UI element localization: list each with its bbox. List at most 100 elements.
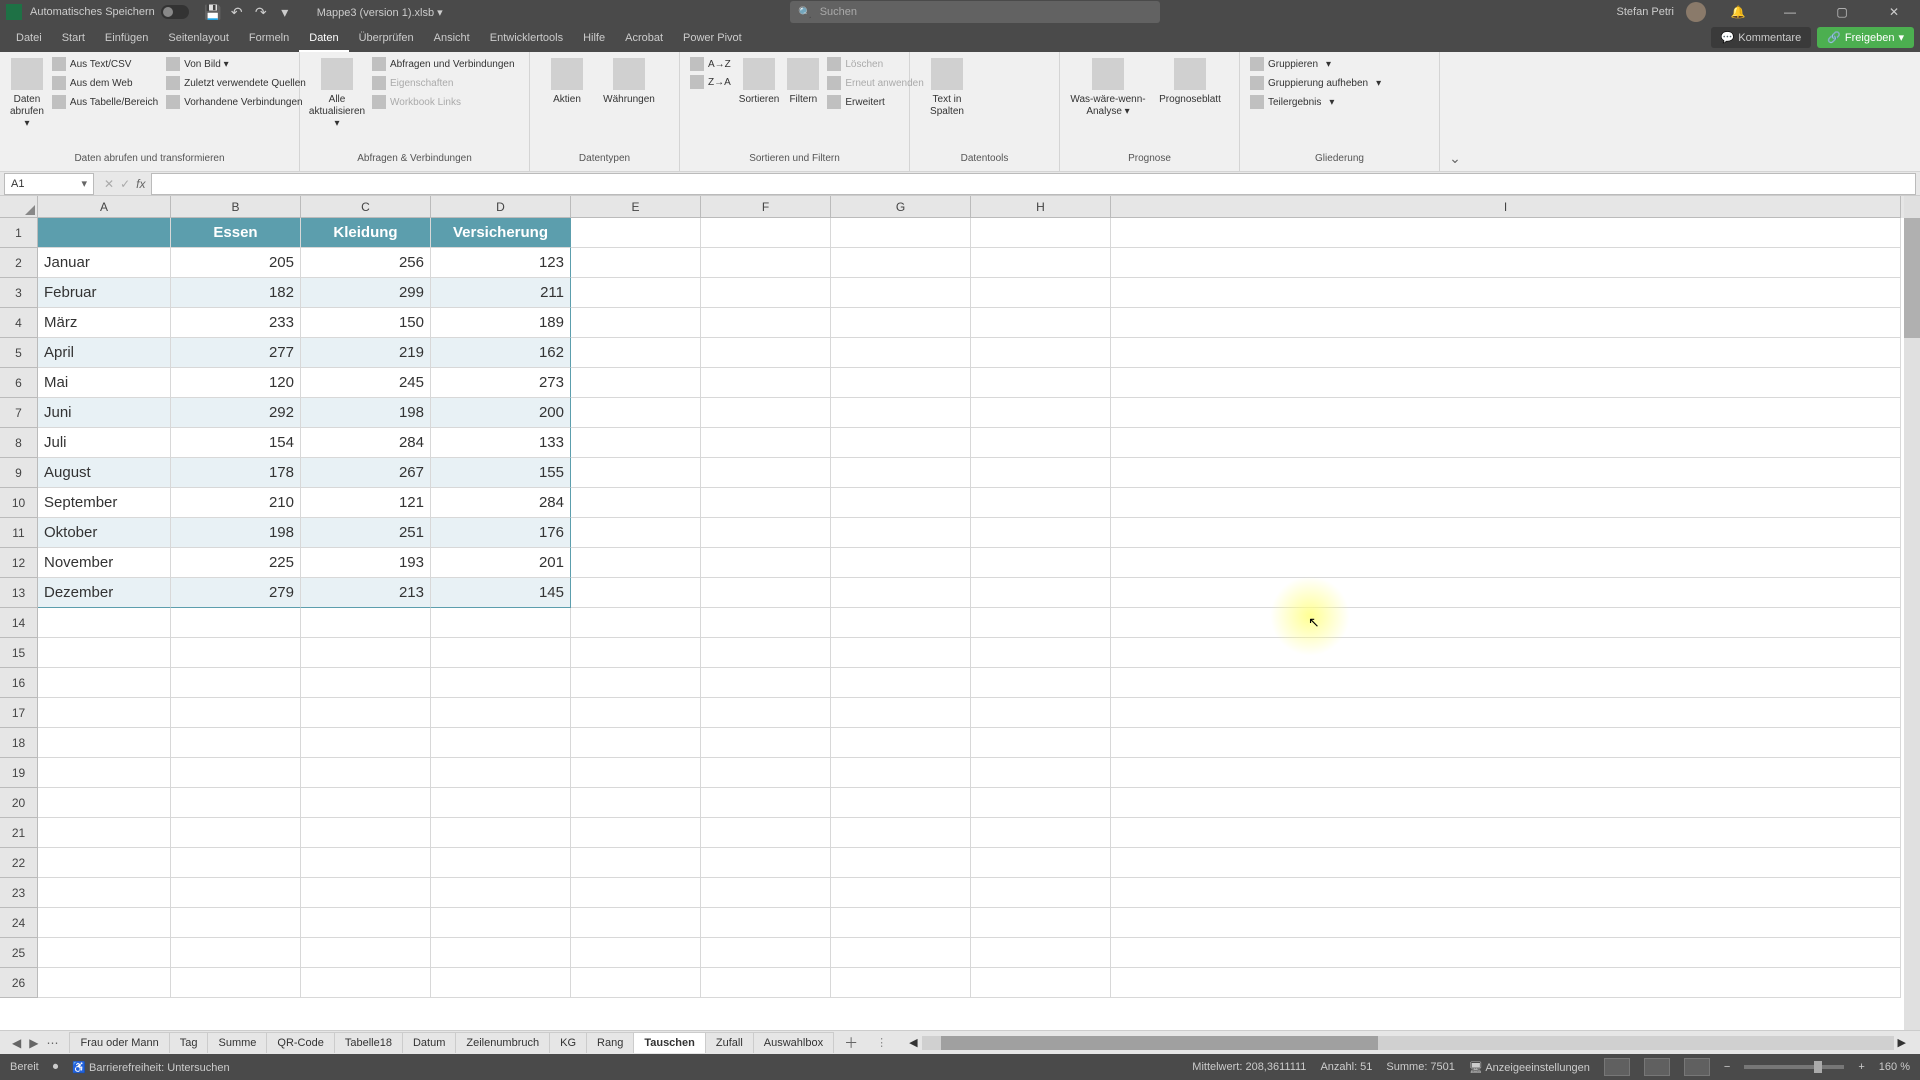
tab-seitenlayout[interactable]: Seitenlayout — [158, 26, 239, 52]
row-header[interactable]: 4 — [0, 308, 38, 338]
cell[interactable]: 123 — [431, 248, 571, 278]
cell[interactable] — [971, 398, 1111, 428]
cell[interactable] — [431, 668, 571, 698]
view-pagelayout-button[interactable] — [1644, 1058, 1670, 1076]
cell[interactable] — [971, 878, 1111, 908]
cell[interactable] — [171, 848, 301, 878]
cell[interactable] — [301, 968, 431, 998]
cell[interactable] — [571, 638, 701, 668]
cell[interactable] — [971, 368, 1111, 398]
cell[interactable]: Essen — [171, 218, 301, 248]
cell[interactable] — [1111, 428, 1901, 458]
tab-hilfe[interactable]: Hilfe — [573, 26, 615, 52]
cell[interactable] — [701, 698, 831, 728]
cell[interactable] — [971, 458, 1111, 488]
cell[interactable] — [301, 608, 431, 638]
cell[interactable] — [431, 698, 571, 728]
was-waere-wenn-button[interactable]: Was-wäre-wenn-Analyse ▾ — [1068, 56, 1148, 120]
cell[interactable] — [1111, 368, 1901, 398]
cell[interactable] — [701, 248, 831, 278]
cell[interactable] — [431, 938, 571, 968]
cell[interactable] — [831, 428, 971, 458]
cell[interactable] — [301, 908, 431, 938]
cell[interactable]: Juni — [38, 398, 171, 428]
cell[interactable] — [971, 518, 1111, 548]
cell[interactable] — [831, 788, 971, 818]
cell[interactable] — [701, 908, 831, 938]
row-header[interactable]: 20 — [0, 788, 38, 818]
cell[interactable]: 251 — [301, 518, 431, 548]
cell[interactable] — [301, 848, 431, 878]
cell[interactable] — [571, 428, 701, 458]
cell[interactable] — [431, 878, 571, 908]
cell[interactable] — [831, 638, 971, 668]
autosave-toggle[interactable] — [161, 5, 189, 19]
cell[interactable] — [38, 848, 171, 878]
fx-icon[interactable]: fx — [136, 177, 145, 191]
cell[interactable] — [701, 458, 831, 488]
cell[interactable] — [1111, 908, 1901, 938]
cell[interactable] — [1111, 938, 1901, 968]
cell[interactable] — [701, 938, 831, 968]
cell[interactable] — [701, 308, 831, 338]
cell[interactable] — [431, 818, 571, 848]
cell[interactable] — [701, 428, 831, 458]
cell[interactable] — [301, 818, 431, 848]
col-header-D[interactable]: D — [431, 196, 571, 218]
row-header[interactable]: 22 — [0, 848, 38, 878]
cell[interactable] — [1111, 308, 1901, 338]
tab-power pivot[interactable]: Power Pivot — [673, 26, 752, 52]
cell[interactable] — [831, 608, 971, 638]
cell[interactable] — [971, 278, 1111, 308]
cell[interactable] — [38, 788, 171, 818]
row-header[interactable]: 21 — [0, 818, 38, 848]
cell[interactable]: Juli — [38, 428, 171, 458]
cell[interactable] — [701, 278, 831, 308]
sheet-tab[interactable]: Auswahlbox — [753, 1032, 834, 1053]
cell[interactable] — [701, 758, 831, 788]
cell[interactable]: 213 — [301, 578, 431, 608]
sort-az-button[interactable]: A→Z — [688, 56, 733, 72]
cell[interactable] — [431, 968, 571, 998]
row-header[interactable]: 11 — [0, 518, 38, 548]
ribbon-item[interactable]: Von Bild ▾ — [164, 56, 308, 72]
cell[interactable] — [171, 938, 301, 968]
cell[interactable]: 284 — [431, 488, 571, 518]
cell[interactable] — [431, 728, 571, 758]
row-header[interactable]: 14 — [0, 608, 38, 638]
cell[interactable] — [831, 578, 971, 608]
cell[interactable]: Oktober — [38, 518, 171, 548]
ribbon-item[interactable]: Vorhandene Verbindungen — [164, 94, 308, 110]
ribbon-item[interactable]: Aus Tabelle/Bereich — [50, 94, 160, 110]
cell[interactable] — [571, 368, 701, 398]
cell[interactable] — [701, 218, 831, 248]
sheet-tab[interactable]: Tabelle18 — [334, 1032, 403, 1053]
cell[interactable] — [1111, 398, 1901, 428]
cell[interactable] — [831, 218, 971, 248]
cell[interactable] — [831, 878, 971, 908]
cell[interactable] — [571, 758, 701, 788]
cell[interactable] — [571, 698, 701, 728]
cell[interactable] — [701, 608, 831, 638]
cell[interactable] — [1111, 698, 1901, 728]
col-header-F[interactable]: F — [701, 196, 831, 218]
cell[interactable]: 189 — [431, 308, 571, 338]
cell[interactable]: 225 — [171, 548, 301, 578]
cell[interactable] — [701, 368, 831, 398]
cell[interactable] — [831, 728, 971, 758]
cell[interactable] — [831, 308, 971, 338]
cell[interactable] — [1111, 758, 1901, 788]
cell[interactable] — [171, 728, 301, 758]
col-header-A[interactable]: A — [38, 196, 171, 218]
tab-datei[interactable]: Datei — [6, 26, 52, 52]
cell[interactable] — [701, 968, 831, 998]
tab-überprüfen[interactable]: Überprüfen — [349, 26, 424, 52]
filename-label[interactable]: Mappe3 (version 1).xlsb ▾ — [317, 6, 443, 19]
cell[interactable] — [971, 578, 1111, 608]
zoom-in-button[interactable]: + — [1858, 1061, 1864, 1073]
tab-formeln[interactable]: Formeln — [239, 26, 299, 52]
cell[interactable] — [1111, 548, 1901, 578]
sortieren-button[interactable]: Sortieren — [737, 56, 782, 108]
cell[interactable] — [571, 878, 701, 908]
row-header[interactable]: 9 — [0, 458, 38, 488]
